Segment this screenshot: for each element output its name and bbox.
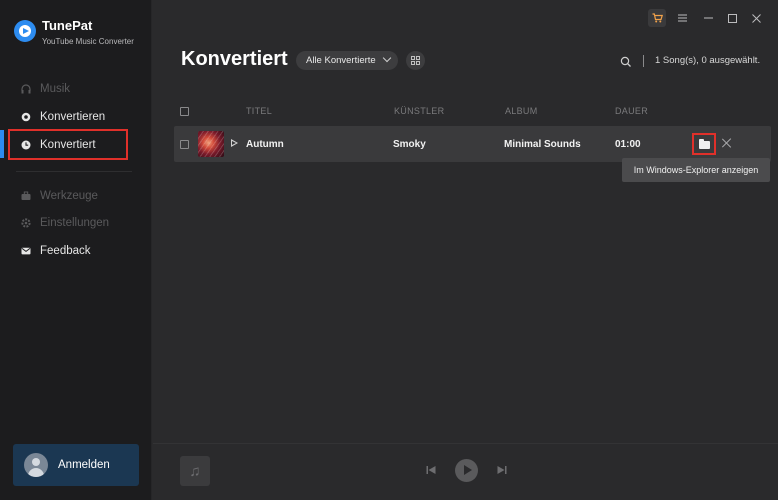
next-icon[interactable] <box>496 463 508 477</box>
mail-icon <box>21 246 31 256</box>
sidebar-item-label: Konvertieren <box>40 111 106 123</box>
sidebar-item-label: Werkzeuge <box>40 190 98 202</box>
grid-icon <box>411 56 420 65</box>
select-all-checkbox[interactable] <box>180 107 189 116</box>
filter-label: Alle Konvertierte <box>306 55 376 66</box>
sidebar-item-musik[interactable]: Musik <box>8 74 128 104</box>
sidebar-item-label: Konvertiert <box>40 138 96 151</box>
filter-dropdown[interactable]: Alle Konvertierte <box>296 51 398 70</box>
previous-icon[interactable] <box>425 463 437 477</box>
album-art <box>198 131 224 157</box>
page-title: Konvertiert <box>181 48 288 70</box>
track-album: Minimal Sounds <box>504 139 581 150</box>
column-header-title[interactable]: TITEL <box>246 106 272 116</box>
search-icon[interactable] <box>620 55 634 69</box>
login-button[interactable]: Anmelden <box>13 444 139 486</box>
track-duration: 01:00 <box>615 139 641 150</box>
toolbox-icon <box>21 191 31 201</box>
track-artist: Smoky <box>393 139 426 150</box>
active-indicator <box>0 130 4 158</box>
header-divider <box>643 55 644 67</box>
gear-icon <box>21 218 31 228</box>
selection-status: 1 Song(s), 0 ausgewählt. <box>655 55 761 66</box>
play-button[interactable] <box>455 459 478 482</box>
clock-icon <box>21 140 31 150</box>
cart-icon[interactable] <box>648 9 666 27</box>
login-label: Anmelden <box>58 459 110 471</box>
sidebar-item-einstellungen[interactable]: Einstellungen <box>8 208 128 238</box>
convert-icon <box>21 112 31 122</box>
app-name: TunePat <box>42 18 93 33</box>
app-subtitle: YouTube Music Converter <box>42 37 134 46</box>
sidebar-item-label: Feedback <box>40 245 91 257</box>
minimize-icon[interactable] <box>700 9 716 27</box>
brand: TunePat YouTube Music Converter <box>14 18 134 48</box>
chevron-down-icon <box>382 53 392 63</box>
maximize-icon[interactable] <box>724 9 740 27</box>
track-title: Autumn <box>246 139 284 150</box>
delete-icon[interactable] <box>721 137 733 149</box>
close-window-icon[interactable] <box>748 9 764 27</box>
music-note-icon: ♫ <box>180 456 210 486</box>
row-checkbox[interactable] <box>180 140 189 149</box>
menu-icon[interactable] <box>674 9 690 27</box>
play-icon[interactable] <box>231 139 238 147</box>
sidebar: TunePat YouTube Music Converter Musik Ko… <box>0 0 152 500</box>
tooltip: Im Windows-Explorer anzeigen <box>622 158 770 182</box>
column-header-duration[interactable]: DAUER <box>615 106 648 116</box>
grid-view-button[interactable] <box>406 51 425 70</box>
sidebar-item-werkzeuge[interactable]: Werkzeuge <box>8 181 128 211</box>
show-in-explorer-button[interactable] <box>692 133 716 155</box>
sidebar-item-feedback[interactable]: Feedback <box>8 236 128 266</box>
tunepat-logo-icon <box>14 20 36 42</box>
sidebar-item-konvertiert[interactable]: Konvertiert <box>8 129 128 160</box>
column-header-artist[interactable]: KÜNSTLER <box>394 106 444 116</box>
headphones-icon <box>21 84 31 94</box>
sidebar-item-label: Einstellungen <box>40 217 110 229</box>
folder-icon <box>698 138 710 149</box>
sidebar-item-label: Musik <box>40 83 71 95</box>
column-header-album[interactable]: ALBUM <box>505 106 538 116</box>
avatar <box>24 453 48 477</box>
sidebar-item-konvertieren[interactable]: Konvertieren <box>8 102 128 132</box>
sidebar-divider <box>16 171 132 172</box>
